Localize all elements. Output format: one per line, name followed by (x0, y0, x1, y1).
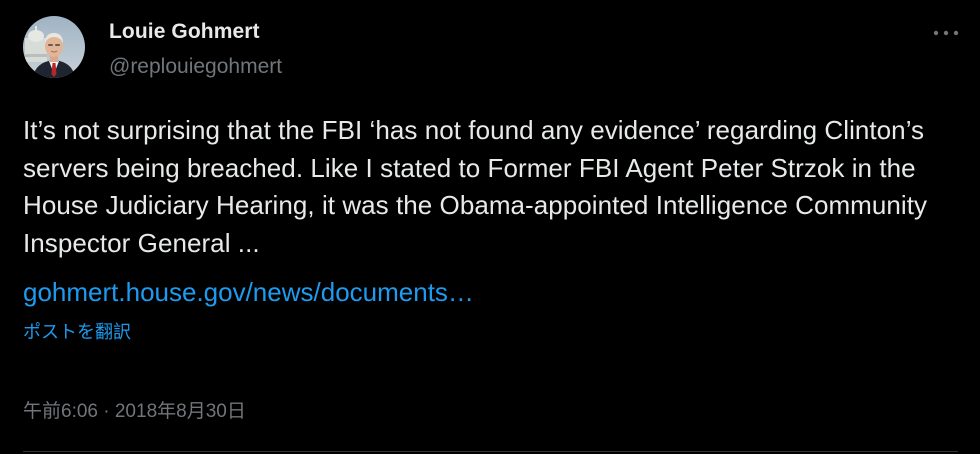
profile-photo-icon (23, 16, 85, 78)
tweet-text: It’s not surprising that the FBI ‘has no… (23, 115, 928, 258)
divider (23, 451, 958, 452)
avatar[interactable] (23, 16, 85, 78)
tweet-link[interactable]: gohmert.house.gov/news/documents… (23, 274, 474, 311)
display-name[interactable]: Louie Gohmert (109, 20, 260, 44)
timestamp[interactable]: 午前6:06 · 2018年8月30日 (23, 396, 246, 423)
tweet: Louie Gohmert @replouiegohmert It’s not … (0, 0, 980, 454)
user-handle[interactable]: @replouiegohmert (109, 55, 282, 79)
more-button[interactable] (926, 20, 966, 46)
translate-post-button[interactable]: ポストを翻訳 (23, 318, 131, 344)
more-horizontal-icon (933, 30, 959, 36)
